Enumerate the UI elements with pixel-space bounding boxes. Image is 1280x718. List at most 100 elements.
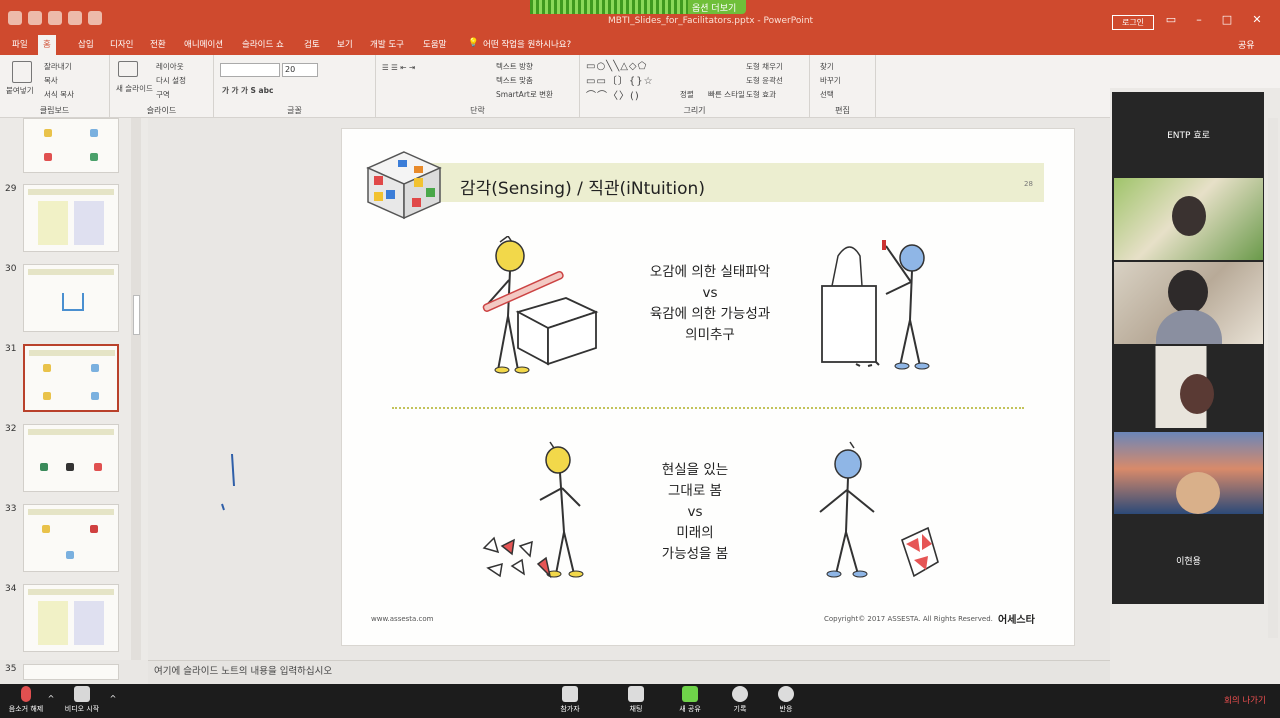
new-share-button[interactable]: 새 공유 (670, 686, 710, 714)
participant-video[interactable] (1114, 432, 1263, 514)
tab-slideshow[interactable]: 슬라이드 쇼 (242, 38, 284, 50)
slide-thumbnail[interactable] (23, 184, 119, 252)
close-icon[interactable]: ✕ (1250, 14, 1264, 26)
text-line: 현실을 있는 (661, 462, 729, 478)
shape-fill-button[interactable]: 도형 채우기 (746, 61, 783, 72)
reactions-button[interactable]: 반응 (766, 686, 806, 714)
quick-access-toolbar (8, 5, 102, 31)
slide-number: 32 (5, 424, 17, 434)
share-button[interactable]: 공유 (1238, 38, 1255, 51)
zoom-share-indicator[interactable]: 옵션 더보기 (530, 0, 746, 14)
toolbar-label: 새 공유 (679, 705, 701, 713)
slide-thumbnail[interactable] (23, 504, 119, 572)
group-label: 슬라이드 (146, 106, 177, 115)
arrange-button[interactable]: 정렬 (680, 89, 694, 100)
record-button[interactable]: 기록 (720, 686, 760, 714)
participants-button[interactable]: 참가자 (550, 686, 590, 714)
font-size-input[interactable]: 20 (282, 63, 318, 77)
participant-video[interactable] (1114, 178, 1263, 260)
group-label: 글꼴 (287, 106, 302, 115)
replace-button[interactable]: 바꾸기 (820, 75, 841, 86)
ribbon-display-icon[interactable]: ▭ (1164, 14, 1178, 26)
unmute-button[interactable]: 음소거 해제 (6, 686, 46, 714)
tab-developer[interactable]: 개발 도구 (370, 38, 404, 50)
undo-icon[interactable] (48, 11, 62, 25)
tab-design[interactable]: 디자인 (110, 38, 133, 50)
tab-transitions[interactable]: 전환 (150, 38, 166, 50)
chat-button[interactable]: 채팅 (616, 686, 656, 714)
video-options-chevron-icon[interactable]: ^ (106, 694, 120, 703)
text-line: 오감에 의한 실태파악 (649, 264, 771, 280)
tab-view[interactable]: 보기 (337, 38, 353, 50)
slide-thumbnail[interactable] (23, 264, 119, 332)
maximize-icon[interactable]: □ (1220, 14, 1234, 26)
reset-button[interactable]: 다시 설정 (156, 75, 186, 86)
select-button[interactable]: 선택 (820, 89, 834, 100)
leave-meeting-button[interactable]: 회의 나가기 (1224, 694, 1266, 706)
start-video-button[interactable]: 비디오 시작 (62, 686, 102, 714)
shape-outline-button[interactable]: 도형 윤곽선 (746, 75, 783, 86)
share-options-label: 옵션 더보기 (692, 4, 737, 14)
redo-icon[interactable] (68, 11, 82, 25)
minimize-icon[interactable]: – (1192, 14, 1206, 26)
text-line: 가능성을 봄 (661, 546, 729, 562)
section-button[interactable]: 구역 (156, 89, 170, 100)
slide-thumbnail[interactable] (23, 584, 119, 652)
text-direction-button[interactable]: 텍스트 방향 (496, 61, 533, 72)
autosave-icon[interactable] (8, 11, 22, 25)
slide-thumbnail[interactable] (23, 118, 119, 173)
quick-styles-button[interactable]: 빠른 스타일 (708, 89, 745, 100)
participant-tile[interactable]: ENTP 효로 (1114, 94, 1263, 176)
font-group: 20 가 가 가 S abc 글꼴 (214, 55, 376, 118)
notes-placeholder[interactable]: 여기에 슬라이드 노트의 내용을 입력하십시오 (154, 663, 332, 677)
layout-button[interactable]: 레이아웃 (156, 61, 184, 72)
copy-button[interactable]: 복사 (44, 75, 58, 86)
tab-insert[interactable]: 삽입 (78, 38, 94, 50)
editing-group: 찾기 바꾸기 선택 편집 (810, 55, 876, 118)
tab-file[interactable]: 파일 (12, 38, 28, 50)
shape-effects-button[interactable]: 도형 효과 (746, 89, 776, 100)
slide-thumbnail[interactable] (23, 424, 119, 492)
bold-icon[interactable]: 가 가 가 S abc (222, 85, 273, 96)
tab-home[interactable]: 홈 (38, 35, 56, 55)
thumbnail-scrollbar[interactable] (131, 118, 141, 660)
reality-figure-illustration (482, 441, 584, 579)
align-text-button[interactable]: 텍스트 맞춤 (496, 75, 533, 86)
reality-vs-possibility-text: 현실을 있는 그대로 봄 vs 미래의 가능성을 봄 (630, 460, 760, 565)
zoom-toolbar: 음소거 해제 ^ 비디오 시작 ^ 참가자 채팅 새 공유 기록 반응 (0, 684, 1280, 718)
cut-button[interactable]: 잘라내기 (44, 61, 72, 72)
slideshow-start-icon[interactable] (88, 11, 102, 25)
text-line: 육감에 의한 가능성과 (649, 306, 771, 322)
tab-animations[interactable]: 애니메이션 (184, 38, 223, 50)
slide[interactable] (341, 128, 1075, 646)
find-button[interactable]: 찾기 (820, 61, 834, 72)
smartart-button[interactable]: SmartArt로 변환 (496, 89, 553, 100)
new-slide-icon[interactable] (118, 61, 138, 77)
save-icon[interactable] (28, 11, 42, 25)
paste-icon[interactable] (12, 61, 32, 83)
text-line: vs (687, 504, 703, 520)
shapes-gallery[interactable]: ▭○╲╲△◇⬠ ▭▭〔〕{}☆ ⌒⌒〈〉() (586, 61, 654, 102)
font-name-input[interactable] (220, 63, 280, 77)
tell-me-search[interactable]: 어떤 작업을 원하시나요? (483, 38, 571, 50)
thumbnail-scroll-thumb[interactable] (133, 295, 140, 335)
tab-help[interactable]: 도움말 (423, 38, 446, 50)
slide-number: 29 (5, 184, 17, 194)
participant-tile[interactable]: 이현용 (1114, 518, 1263, 600)
bullets-icon[interactable]: ☰ ☰ ⇤ ⇥ (382, 63, 415, 72)
slide-thumbnail[interactable] (23, 664, 119, 680)
audio-options-chevron-icon[interactable]: ^ (44, 694, 58, 703)
paragraph-group: ☰ ☰ ⇤ ⇥ 텍스트 방향 텍스트 맞춤 SmartArt로 변환 단락 (376, 55, 580, 118)
new-slide-button[interactable]: 새 슬라이드 (116, 83, 153, 94)
tab-review[interactable]: 검토 (304, 38, 320, 50)
slide-thumbnail-selected[interactable] (23, 344, 119, 412)
right-scrollbar[interactable] (1268, 118, 1278, 638)
format-painter-button[interactable]: 서식 복사 (44, 89, 74, 100)
login-button[interactable]: 로그인 (1112, 15, 1154, 30)
reaction-emoji-icon (778, 686, 794, 702)
participant-video[interactable] (1114, 262, 1263, 344)
group-label: 그리기 (683, 106, 706, 115)
slides-group: 새 슬라이드 레이아웃 다시 설정 구역 슬라이드 (110, 55, 214, 118)
participant-video[interactable] (1114, 346, 1263, 428)
paste-button[interactable]: 붙여넣기 (6, 85, 34, 96)
